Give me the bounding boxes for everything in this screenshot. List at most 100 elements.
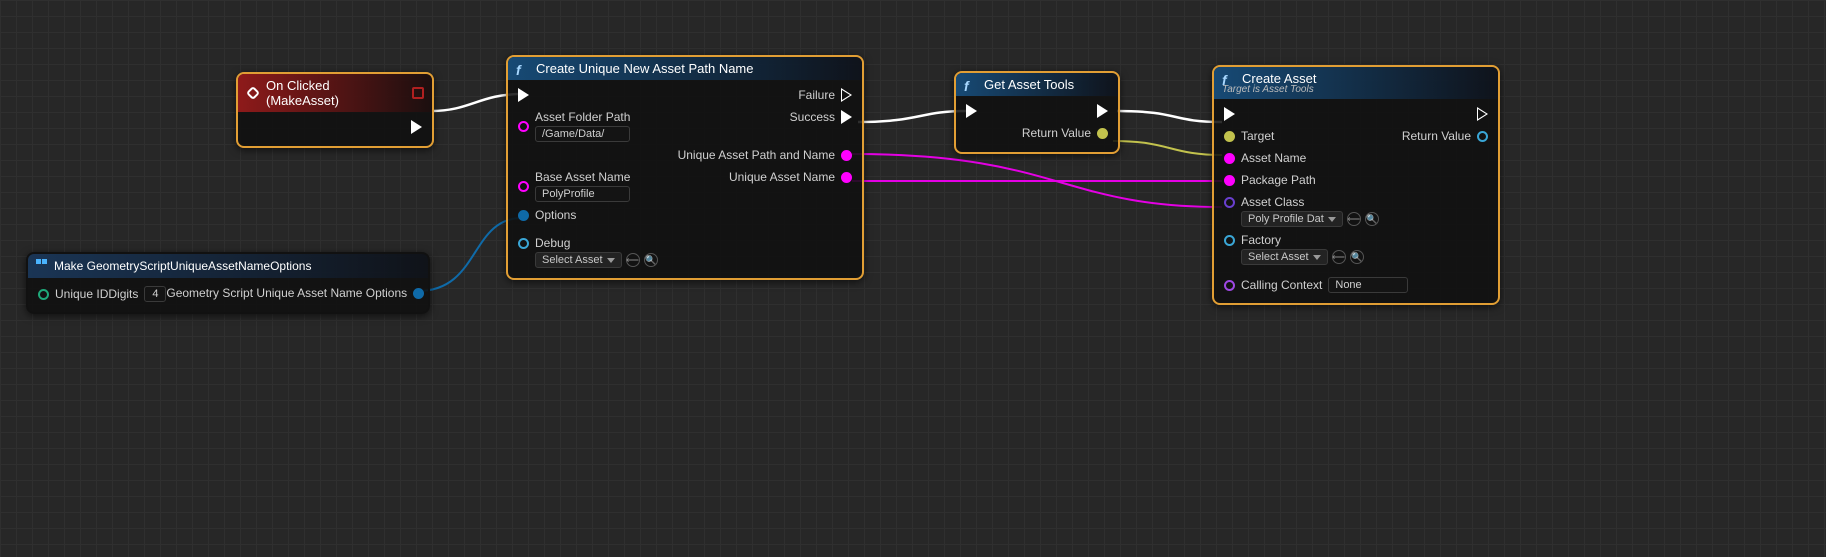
exec-in-pin[interactable] <box>1224 107 1235 121</box>
node-header[interactable]: f Get Asset Tools <box>956 73 1118 96</box>
function-icon: f <box>516 62 530 76</box>
node-title: Get Asset Tools <box>984 77 1074 92</box>
class-pin-icon <box>1224 197 1235 208</box>
object-pin-icon <box>1477 131 1488 142</box>
string-pin-icon <box>841 150 852 161</box>
picker-value: Poly Profile Dat <box>1248 213 1324 225</box>
pin-label: Failure <box>798 88 835 102</box>
node-on-clicked[interactable]: On Clicked (MakeAsset) <box>236 72 434 148</box>
enum-pin-icon <box>1224 280 1235 291</box>
pin-factory[interactable]: Factory Select Asset ⟵ 🔍 <box>1224 233 1364 265</box>
pin-label: Geometry Script Unique Asset Name Option… <box>166 286 407 300</box>
debug-asset-picker[interactable]: Select Asset <box>535 252 622 268</box>
pin-label: Target <box>1241 129 1274 143</box>
node-header[interactable]: Make GeometryScriptUniqueAssetNameOption… <box>28 254 428 278</box>
pin-label: Debug <box>535 236 658 250</box>
object-pin-icon <box>1224 235 1235 246</box>
exec-arrow-icon <box>966 104 977 118</box>
picker-value: Select Asset <box>1248 251 1309 263</box>
node-subtitle: Target is Asset Tools <box>1222 84 1314 95</box>
pin-base-asset-name[interactable]: Base Asset Name PolyProfile <box>518 170 630 202</box>
pin-asset-name[interactable]: Asset Name <box>1224 151 1306 165</box>
pin-package-path[interactable]: Package Path <box>1224 173 1316 187</box>
exec-out-success[interactable]: Success <box>790 110 852 124</box>
object-pin-icon <box>1224 131 1235 142</box>
exec-in-pin[interactable] <box>518 88 529 102</box>
exec-out-pin[interactable] <box>411 120 422 134</box>
pin-label: Unique IDDigits <box>55 287 138 301</box>
node-create-unique-path[interactable]: f Create Unique New Asset Path Name Fail… <box>506 55 864 280</box>
pin-asset-folder-path[interactable]: Asset Folder Path /Game/Data/ <box>518 110 630 142</box>
chevron-down-icon <box>1313 255 1321 260</box>
exec-out-pin[interactable] <box>1477 107 1488 121</box>
chevron-down-icon <box>607 258 615 263</box>
node-header[interactable]: f Create Unique New Asset Path Name <box>508 57 862 80</box>
pin-out-return-value[interactable]: Return Value <box>1022 126 1108 140</box>
node-title: Create Unique New Asset Path Name <box>536 61 754 76</box>
struct-pin-icon <box>413 288 424 299</box>
pin-label: Asset Name <box>1241 151 1306 165</box>
pin-out-return-value[interactable]: Return Value <box>1402 129 1488 143</box>
int-pin-icon <box>38 289 49 300</box>
folder-path-input[interactable]: /Game/Data/ <box>535 126 630 142</box>
node-make-options[interactable]: Make GeometryScriptUniqueAssetNameOption… <box>26 252 430 314</box>
pin-label: Return Value <box>1402 129 1471 143</box>
exec-arrow-icon <box>1097 104 1108 118</box>
digits-input[interactable]: 4 <box>144 286 166 302</box>
use-selected-button[interactable]: ⟵ <box>1332 250 1346 264</box>
exec-arrow-icon <box>411 120 422 134</box>
node-get-asset-tools[interactable]: f Get Asset Tools Return Value <box>954 71 1120 154</box>
object-pin-icon <box>518 238 529 249</box>
pin-calling-context[interactable]: Calling Context None <box>1224 277 1408 293</box>
chevron-down-icon <box>1328 217 1336 222</box>
pin-label: Factory <box>1241 233 1364 247</box>
pin-out-options[interactable]: Geometry Script Unique Asset Name Option… <box>166 286 424 300</box>
browse-button[interactable]: 🔍 <box>1350 250 1364 264</box>
delegate-pin[interactable] <box>412 87 424 99</box>
pin-label: Package Path <box>1241 173 1316 187</box>
pin-out-unique-name[interactable]: Unique Asset Name <box>729 170 852 184</box>
exec-arrow-icon <box>1477 107 1488 121</box>
pin-label: Asset Class <box>1241 195 1379 209</box>
pin-label: Return Value <box>1022 126 1091 140</box>
pin-options[interactable]: Options <box>518 208 576 222</box>
pin-label: Unique Asset Name <box>729 170 835 184</box>
base-name-input[interactable]: PolyProfile <box>535 186 630 202</box>
exec-arrow-icon <box>841 88 852 102</box>
pin-asset-class[interactable]: Asset Class Poly Profile Dat ⟵ 🔍 <box>1224 195 1379 227</box>
object-pin-icon <box>1097 128 1108 139</box>
struct-icon <box>36 259 48 273</box>
node-header[interactable]: On Clicked (MakeAsset) <box>238 74 432 112</box>
string-pin-icon <box>1224 175 1235 186</box>
exec-arrow-icon <box>841 110 852 124</box>
pin-out-unique-path-name[interactable]: Unique Asset Path and Name <box>678 148 852 162</box>
factory-picker[interactable]: Select Asset <box>1241 249 1328 265</box>
asset-class-picker[interactable]: Poly Profile Dat <box>1241 211 1343 227</box>
node-title: On Clicked (MakeAsset) <box>266 78 406 108</box>
use-selected-button[interactable]: ⟵ <box>626 253 640 267</box>
pin-label: Base Asset Name <box>535 170 630 184</box>
node-header[interactable]: f Create Asset Target is Asset Tools <box>1214 67 1498 99</box>
string-pin-icon <box>518 181 529 192</box>
pin-unique-id-digits[interactable]: Unique IDDigits 4 <box>38 286 166 302</box>
node-title: Make GeometryScriptUniqueAssetNameOption… <box>54 259 311 273</box>
calling-context-input[interactable]: None <box>1328 277 1408 293</box>
string-pin-icon <box>841 172 852 183</box>
exec-in-pin[interactable] <box>966 104 977 118</box>
pin-label: Options <box>535 208 576 222</box>
pin-label: Success <box>790 110 835 124</box>
exec-arrow-icon <box>518 88 529 102</box>
exec-out-pin[interactable] <box>1097 104 1108 118</box>
browse-button[interactable]: 🔍 <box>644 253 658 267</box>
exec-arrow-icon <box>1224 107 1235 121</box>
use-selected-button[interactable]: ⟵ <box>1347 212 1361 226</box>
event-icon <box>246 86 260 100</box>
blueprint-canvas[interactable]: On Clicked (MakeAsset) Make GeometryScri… <box>0 0 1826 557</box>
picker-value: Select Asset <box>542 254 603 266</box>
struct-pin-icon <box>518 210 529 221</box>
exec-out-failure[interactable]: Failure <box>798 88 852 102</box>
pin-target[interactable]: Target <box>1224 129 1274 143</box>
node-create-asset[interactable]: f Create Asset Target is Asset Tools Tar… <box>1212 65 1500 305</box>
pin-debug[interactable]: Debug Select Asset ⟵ 🔍 <box>518 236 658 268</box>
browse-button[interactable]: 🔍 <box>1365 212 1379 226</box>
